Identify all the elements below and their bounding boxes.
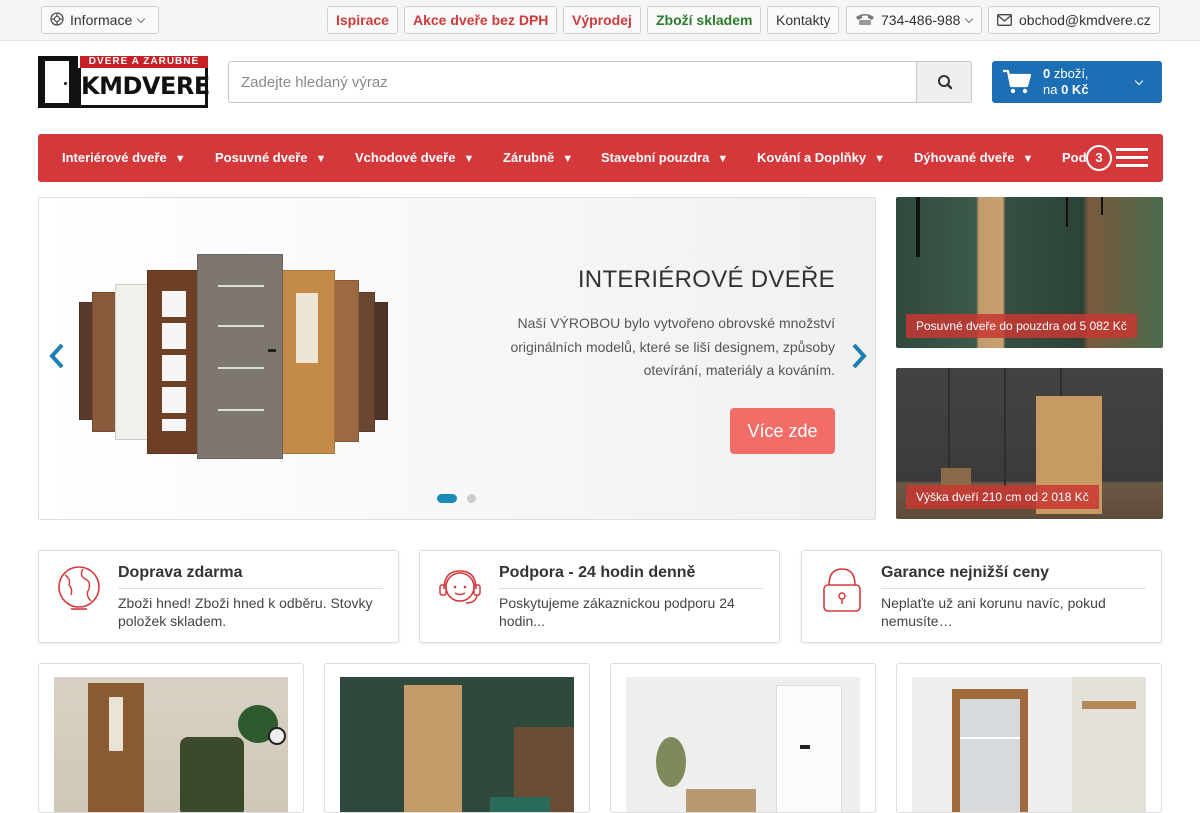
logo-tagline: DVERE A ZÁRUBNĚ <box>80 56 208 68</box>
phone-dropdown[interactable]: 734-486-988 <box>846 6 982 34</box>
nav-item-truncated[interactable]: Pod <box>1062 134 1087 182</box>
triangle-down-icon: ▼ <box>562 153 574 165</box>
link-zbozi-skladem[interactable]: Zboží skladem <box>647 6 762 34</box>
info-title: Garance nejnižší ceny <box>881 564 1050 581</box>
phone-number: 734-486-988 <box>881 12 961 28</box>
triangle-down-icon: ▼ <box>717 153 729 165</box>
envelope-icon <box>997 8 1012 34</box>
promo-sliding-doors[interactable]: Posuvné dveře do pouzdra od 5 082 Kč <box>896 197 1163 348</box>
cart-count-line: 0 zboží, <box>1043 66 1089 81</box>
triangle-down-icon: ▼ <box>874 153 885 165</box>
cart-count: 0 <box>1043 66 1051 81</box>
search-bar <box>228 61 972 103</box>
category-image <box>54 677 288 812</box>
logo-brand: KMDVERE <box>78 68 210 108</box>
hero-description: Naší VÝROBOU bylo vytvořeno obrovské mno… <box>510 315 835 378</box>
nav-label: Posuvné dveře <box>215 150 308 165</box>
triangle-down-icon: ▼ <box>1022 153 1034 165</box>
nav-label: Vchodové dveře <box>355 150 456 165</box>
site-logo[interactable]: DVERE A ZÁRUBNĚ KMDVERE <box>38 56 210 108</box>
lock-icon <box>823 568 861 612</box>
hamburger-menu-icon[interactable] <box>1116 146 1148 170</box>
chevron-down-icon <box>137 14 146 24</box>
triangle-down-icon: ▼ <box>315 153 327 165</box>
info-dropdown[interactable]: Informace <box>41 6 159 34</box>
triangle-down-icon: ▼ <box>463 153 475 165</box>
nav-overflow-count-badge: 3 <box>1086 145 1112 171</box>
divider <box>118 588 383 589</box>
cart-count-suffix: zboží, <box>1053 66 1089 81</box>
shopping-cart-icon <box>1003 69 1032 94</box>
nav-item-interierove-dvere[interactable]: Interiérové dveře ▼ <box>62 134 186 182</box>
nav-item-posuvne-dvere[interactable]: Posuvné dveře ▼ <box>215 134 326 182</box>
nav-item-dyhovane-dvere[interactable]: Dýhované dveře ▼ <box>914 134 1033 182</box>
nav-item-stavebni-pouzdra[interactable]: Stavební pouzdra ▼ <box>601 134 728 182</box>
search-icon <box>938 75 953 90</box>
door-logo-icon <box>38 56 78 108</box>
info-box-shipping: Doprava zdarma Zboži hned! Zboži hned k … <box>38 550 399 643</box>
nav-label: Pod <box>1062 150 1087 165</box>
nav-label: Kování a Doplňky <box>757 150 867 165</box>
cart-price-prefix: na <box>1043 82 1058 97</box>
lifebuoy-icon <box>50 8 64 34</box>
nav-label: Zárubně <box>503 150 555 165</box>
chevron-down-icon <box>1134 76 1144 86</box>
info-text: Poskytujeme zákaznickou podporu 24 hodin… <box>499 595 735 629</box>
search-button[interactable] <box>916 61 972 103</box>
cart-price: 0 Kč <box>1061 82 1089 97</box>
slider-dot-active[interactable] <box>437 494 457 503</box>
nav-label: Stavební pouzdra <box>601 150 710 165</box>
category-image <box>340 677 574 812</box>
info-title: Doprava zdarma <box>118 564 243 581</box>
link-kontakty[interactable]: Kontakty <box>767 6 840 34</box>
info-box-support: Podpora - 24 hodin denně Poskytujeme zák… <box>419 550 780 643</box>
info-title: Podpora - 24 hodin denně <box>499 564 696 581</box>
category-image <box>912 677 1146 812</box>
info-text: Neplaťte už ani korunu navíc, pokud nemu… <box>881 595 1106 629</box>
info-label: Informace <box>70 12 133 28</box>
email-address: obchod@kmdvere.cz <box>1019 12 1151 28</box>
nav-item-vchodove-dvere[interactable]: Vchodové dveře ▼ <box>355 134 474 182</box>
hero-more-button[interactable]: Více zde <box>730 408 835 454</box>
category-card[interactable] <box>324 663 590 813</box>
category-card[interactable] <box>38 663 304 813</box>
category-image <box>626 677 860 812</box>
promo-caption: Posuvné dveře do pouzdra od 5 082 Kč <box>906 314 1137 338</box>
cart-price-line: na 0 Kč <box>1043 82 1089 97</box>
hero-slider: INTERIÉROVÉ DVEŘE Naší VÝROBOU bylo vytv… <box>38 197 876 520</box>
phone-icon <box>855 8 875 34</box>
support-agent-icon <box>439 570 481 604</box>
door-collection-image <box>67 254 407 464</box>
category-card[interactable] <box>610 663 876 813</box>
link-akce[interactable]: Akce dveře bez DPH <box>404 6 558 34</box>
main-navigation: Interiérové dveře ▼ Posuvné dveře ▼ Vchodo… <box>38 134 1163 182</box>
search-input[interactable] <box>228 61 917 103</box>
nav-label: Dýhované dveře <box>914 150 1015 165</box>
globe-icon <box>58 566 100 610</box>
promo-door-height[interactable]: Výška dveří 210 cm od 2 018 Kč <box>896 368 1163 519</box>
hero-title: INTERIÉROVÉ DVEŘE <box>577 266 835 293</box>
email-link[interactable]: obchod@kmdvere.cz <box>988 6 1160 34</box>
promo-caption: Výška dveří 210 cm od 2 018 Kč <box>906 485 1099 509</box>
chevron-down-icon <box>965 14 974 24</box>
category-card[interactable] <box>896 663 1162 813</box>
link-vyprodej[interactable]: Výprodej <box>563 6 641 34</box>
link-ispirace[interactable]: Ispirace <box>327 6 398 34</box>
nav-label: Interiérové dveře <box>62 150 167 165</box>
slider-next-arrow-icon[interactable] <box>849 342 869 370</box>
nav-item-zarubne[interactable]: Zárubně ▼ <box>503 134 573 182</box>
info-box-lowest-price: Garance nejnižší ceny Neplaťte už ani ko… <box>801 550 1162 643</box>
cart-button[interactable]: 0 zboží, na 0 Kč <box>992 61 1162 103</box>
slider-prev-arrow-icon[interactable] <box>47 342 67 370</box>
nav-item-kovani-a-doplnky[interactable]: Kování a Doplňky ▼ <box>757 134 885 182</box>
top-bar: Informace Ispirace Akce dveře bez DPH Vý… <box>0 0 1200 41</box>
divider <box>499 588 764 589</box>
info-text: Zboži hned! Zboži hned k odběru. Stovky … <box>118 595 373 629</box>
triangle-down-icon: ▼ <box>174 153 186 165</box>
divider <box>881 588 1146 589</box>
slider-dot[interactable] <box>467 494 476 503</box>
